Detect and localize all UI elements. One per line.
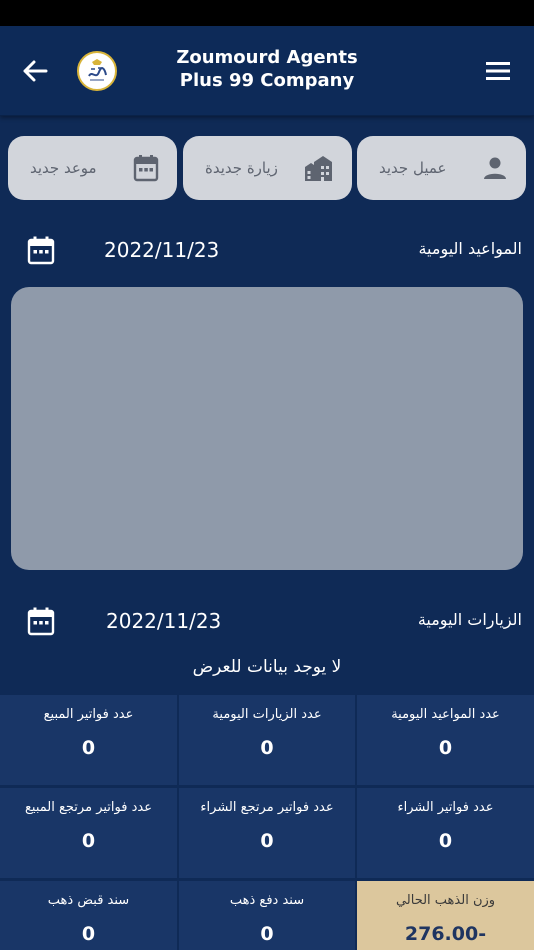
appointments-panel	[11, 287, 523, 570]
appointments-header: المواعيد اليومية 2022/11/23	[0, 229, 534, 273]
stats-grid: عدد المواعيد اليومية 0 عدد الزيارات اليو…	[0, 695, 534, 950]
stat-value: 0	[81, 737, 96, 759]
new-client-button[interactable]: عميل جديد	[357, 136, 526, 200]
stat-purchase-returns[interactable]: عدد فواتير مرتجع الشراء 0	[179, 788, 355, 878]
stat-gold-receipt[interactable]: سند قبض ذهب 0	[0, 881, 177, 950]
arrow-left-icon	[23, 60, 48, 82]
visits-title: الزيارات اليومية	[417, 610, 522, 629]
stat-label: عدد المواعيد اليومية	[391, 707, 500, 722]
stat-value: 0	[81, 923, 96, 945]
stat-label: عدد فواتير المبيع	[43, 707, 134, 722]
back-button[interactable]	[16, 52, 54, 90]
logo-emblem-icon	[88, 59, 107, 81]
stat-label: عدد الزيارات اليومية	[212, 707, 322, 722]
stat-label: سند دفع ذهب	[229, 893, 305, 908]
stat-label: عدد فواتير الشراء	[397, 800, 494, 815]
app-title-line1: Zoumourd Agents	[176, 47, 358, 68]
new-client-label: عميل جديد	[379, 159, 447, 177]
hamburger-menu-icon	[486, 62, 510, 80]
stat-value: 0	[81, 830, 96, 852]
appointments-date[interactable]: 2022/11/23	[104, 238, 219, 262]
new-appointment-label: موعد جديد	[30, 159, 97, 177]
menu-button[interactable]	[478, 52, 518, 90]
new-visit-button[interactable]: زيارة جديدة	[183, 136, 352, 200]
stat-label: عدد فواتير مرتجع المبيع	[25, 800, 152, 815]
stat-current-gold-weight[interactable]: وزن الذهب الحالي 276.00-	[357, 881, 534, 950]
visits-calendar-icon[interactable]	[26, 606, 56, 636]
stat-daily-visits[interactable]: عدد الزيارات اليومية 0	[179, 695, 355, 785]
stat-value: 276.00-	[404, 923, 487, 945]
stat-value: 0	[260, 830, 274, 852]
app-bar: Zoumourd Agents Plus 99 Company	[0, 26, 534, 116]
visits-header: الزيارات اليومية 2022/11/23	[0, 600, 534, 644]
app-title-line2: Plus 99 Company	[179, 70, 355, 91]
stat-label: وزن الذهب الحالي	[395, 893, 496, 908]
person-icon	[484, 157, 506, 179]
appointments-calendar-icon[interactable]	[26, 235, 56, 265]
stat-gold-payment[interactable]: سند دفع ذهب 0	[179, 881, 355, 950]
appointments-title: المواعيد اليومية	[418, 239, 522, 258]
new-appointment-button[interactable]: موعد جديد	[8, 136, 177, 200]
stat-sales-invoices[interactable]: عدد فواتير المبيع 0	[0, 695, 177, 785]
stat-value: 0	[438, 830, 453, 852]
stat-value: 0	[260, 737, 274, 759]
stat-label: عدد فواتير مرتجع الشراء	[200, 800, 334, 815]
stat-value: 0	[260, 923, 274, 945]
stat-daily-appointments[interactable]: عدد المواعيد اليومية 0	[357, 695, 534, 785]
new-visit-label: زيارة جديدة	[205, 159, 278, 177]
company-logo	[77, 51, 117, 91]
stat-label: سند قبض ذهب	[47, 893, 130, 908]
calendar-icon	[133, 155, 159, 182]
app-title: Zoumourd Agents Plus 99 Company	[140, 46, 394, 92]
stat-sales-returns[interactable]: عدد فواتير مرتجع المبيع 0	[0, 788, 177, 878]
buildings-icon	[305, 156, 332, 181]
status-bar	[0, 0, 534, 26]
visits-date[interactable]: 2022/11/23	[106, 609, 221, 633]
stat-value: 0	[438, 737, 453, 759]
visits-empty-message: لا يوجد بيانات للعرض	[192, 657, 342, 677]
stat-purchase-invoices[interactable]: عدد فواتير الشراء 0	[357, 788, 534, 878]
